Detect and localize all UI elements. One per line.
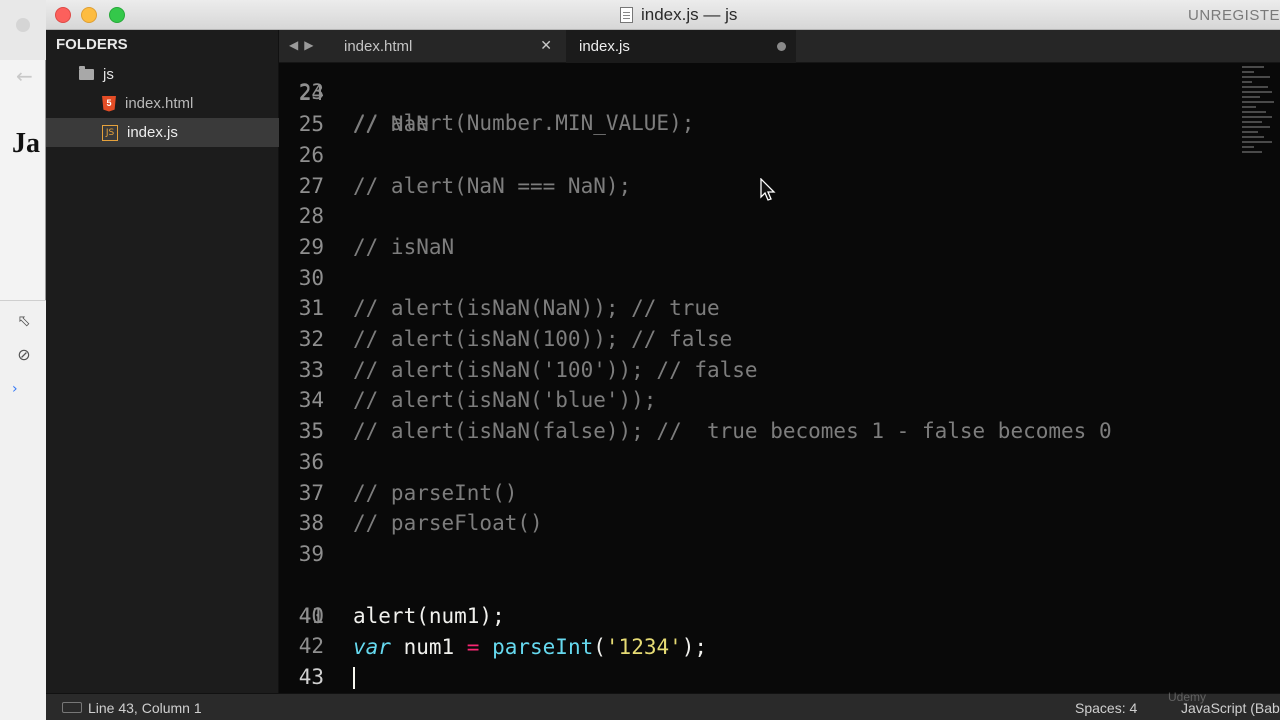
line-number: 38: [298, 511, 324, 535]
code-line: 39: [279, 539, 1179, 570]
line-number: 25: [298, 112, 324, 136]
code-text: // alert(isNaN('100')); // false: [353, 358, 758, 382]
line-number: 33: [298, 358, 324, 382]
code-text: // alert(isNaN(false)); // true becomes …: [353, 419, 1112, 443]
code-line: 36: [279, 447, 1179, 478]
unsaved-dot-icon[interactable]: [777, 42, 786, 51]
code-text: // alert(isNaN(NaN)); // true: [353, 296, 720, 320]
html5-file-icon: 5: [102, 95, 116, 112]
code-line: 42: [279, 631, 1179, 662]
text-caret: [353, 667, 355, 689]
code-line: 34 // alert(isNaN('blue'));: [279, 385, 1179, 416]
folders-header: FOLDERS: [56, 36, 128, 53]
title-bar: index.js — js UNREGISTE: [46, 0, 1280, 30]
devtools-panel: ⬁ ⊘ ›: [0, 300, 46, 720]
clear-console-icon[interactable]: ⊘: [14, 345, 34, 365]
code-line: 25 // NaN: [279, 109, 1179, 140]
zoom-window-button[interactable]: [109, 7, 125, 23]
code-editor[interactable]: 23 // alert(Number.MIN_VALUE); 24 25 // N…: [279, 63, 1280, 693]
tab-label: index.js: [579, 38, 630, 55]
tab-nav-arrows-icon[interactable]: ◀▶: [289, 38, 319, 52]
line-number: 34: [298, 388, 324, 412]
page-heading-partial: Ja: [12, 128, 40, 159]
tab-bar: ◀▶ index.html ✕ index.js: [279, 30, 1280, 63]
indentation-setting[interactable]: Spaces: 4: [1075, 700, 1137, 716]
watermark: Udemy: [1168, 690, 1207, 704]
line-number: 32: [298, 327, 324, 351]
browser-traffic-light: [16, 18, 30, 32]
tab-index-html[interactable]: index.html ✕: [331, 30, 566, 63]
window-title-text: index.js — js: [641, 5, 738, 24]
folder-icon: [79, 66, 94, 80]
code-line: 41 alert(num1);: [279, 601, 1179, 632]
line-number: 26: [298, 143, 324, 167]
code-line: 31 // alert(isNaN(NaN)); // true: [279, 293, 1179, 324]
background-browser-window: ← Ja ⬁ ⊘ ›: [0, 0, 46, 720]
code-line: 27 // alert(NaN === NaN);: [279, 171, 1179, 202]
document-icon: [620, 7, 633, 23]
code-line: 24: [279, 78, 1179, 109]
code-text: // NaN: [353, 112, 429, 136]
unregistered-label: UNREGISTE: [1187, 7, 1280, 24]
code-text: alert(num1);: [353, 604, 505, 628]
code-line: 32 // alert(isNaN(100)); // false: [279, 324, 1179, 355]
sidebar-folder-js[interactable]: js: [46, 60, 279, 89]
console-prompt-chevron-icon: ›: [12, 381, 18, 397]
mouse-pointer-icon: [760, 178, 776, 201]
back-arrow-icon[interactable]: ←: [16, 64, 33, 88]
sidebar-folder-label: js: [103, 66, 114, 83]
inspect-element-icon[interactable]: ⬁: [14, 311, 34, 331]
code-text: // parseFloat(): [353, 511, 543, 535]
line-number: 41: [298, 604, 324, 628]
window-title: index.js — js: [620, 5, 737, 25]
line-number: 27: [298, 174, 324, 198]
code-line: 33 // alert(isNaN('100')); // false: [279, 355, 1179, 386]
tab-index-js[interactable]: index.js: [566, 30, 796, 63]
close-window-button[interactable]: [55, 7, 71, 23]
code-line: 28: [279, 201, 1179, 232]
code-text: // isNaN: [353, 235, 455, 259]
line-number: 29: [298, 235, 324, 259]
code-line: 35 // alert(isNaN(false)); // true become…: [279, 416, 1179, 447]
code-text: // alert(NaN === NaN);: [353, 174, 632, 198]
code-text: // alert(isNaN('blue'));: [353, 388, 657, 412]
code-line: 38 // parseFloat(): [279, 508, 1179, 539]
cursor-position[interactable]: Line 43, Column 1: [88, 700, 202, 716]
line-number: 30: [298, 266, 324, 290]
js-file-icon: JS: [102, 124, 118, 141]
line-number: 28: [298, 204, 324, 228]
line-number: 42: [298, 634, 324, 658]
code-text: // parseInt(): [353, 481, 518, 505]
status-bar: Line 43, Column 1 Spaces: 4 JavaScript (…: [46, 693, 1280, 720]
line-number: 37: [298, 481, 324, 505]
sidebar-item-label: index.js: [127, 124, 178, 141]
code-line: 40 var num1 = parseInt('1234');: [279, 570, 1179, 659]
browser-toolbar: ←: [0, 0, 46, 88]
line-number: 31: [298, 296, 324, 320]
line-number: 35: [298, 419, 324, 443]
line-number: 24: [298, 81, 324, 105]
code-line: 29 // isNaN: [279, 232, 1179, 263]
sidebar-item-label: index.html: [125, 95, 194, 112]
line-number: 39: [298, 542, 324, 566]
minimize-window-button[interactable]: [81, 7, 97, 23]
sidebar: FOLDERS js 5 index.html JS index.js: [46, 30, 279, 693]
sidebar-item-index-js[interactable]: JS index.js: [46, 118, 279, 147]
code-line-cutoff: 23 // alert(Number.MIN_VALUE);: [279, 63, 1179, 135]
editor-window: index.js — js UNREGISTE FOLDERS js 5 ind…: [46, 0, 1280, 720]
tab-label: index.html: [344, 38, 413, 55]
code-line: 37 // parseInt(): [279, 478, 1179, 509]
sidebar-item-index-html[interactable]: 5 index.html: [46, 89, 279, 118]
code-line: 26: [279, 140, 1179, 171]
code-line: 30: [279, 263, 1179, 294]
code-line-current: 43: [279, 662, 1179, 693]
code-text: // alert(isNaN(100)); // false: [353, 327, 733, 351]
line-number: 43: [298, 665, 324, 689]
close-tab-icon[interactable]: ✕: [540, 38, 552, 54]
line-number: 36: [298, 450, 324, 474]
minimap[interactable]: [1236, 63, 1280, 243]
panel-toggle-icon[interactable]: [62, 702, 82, 713]
